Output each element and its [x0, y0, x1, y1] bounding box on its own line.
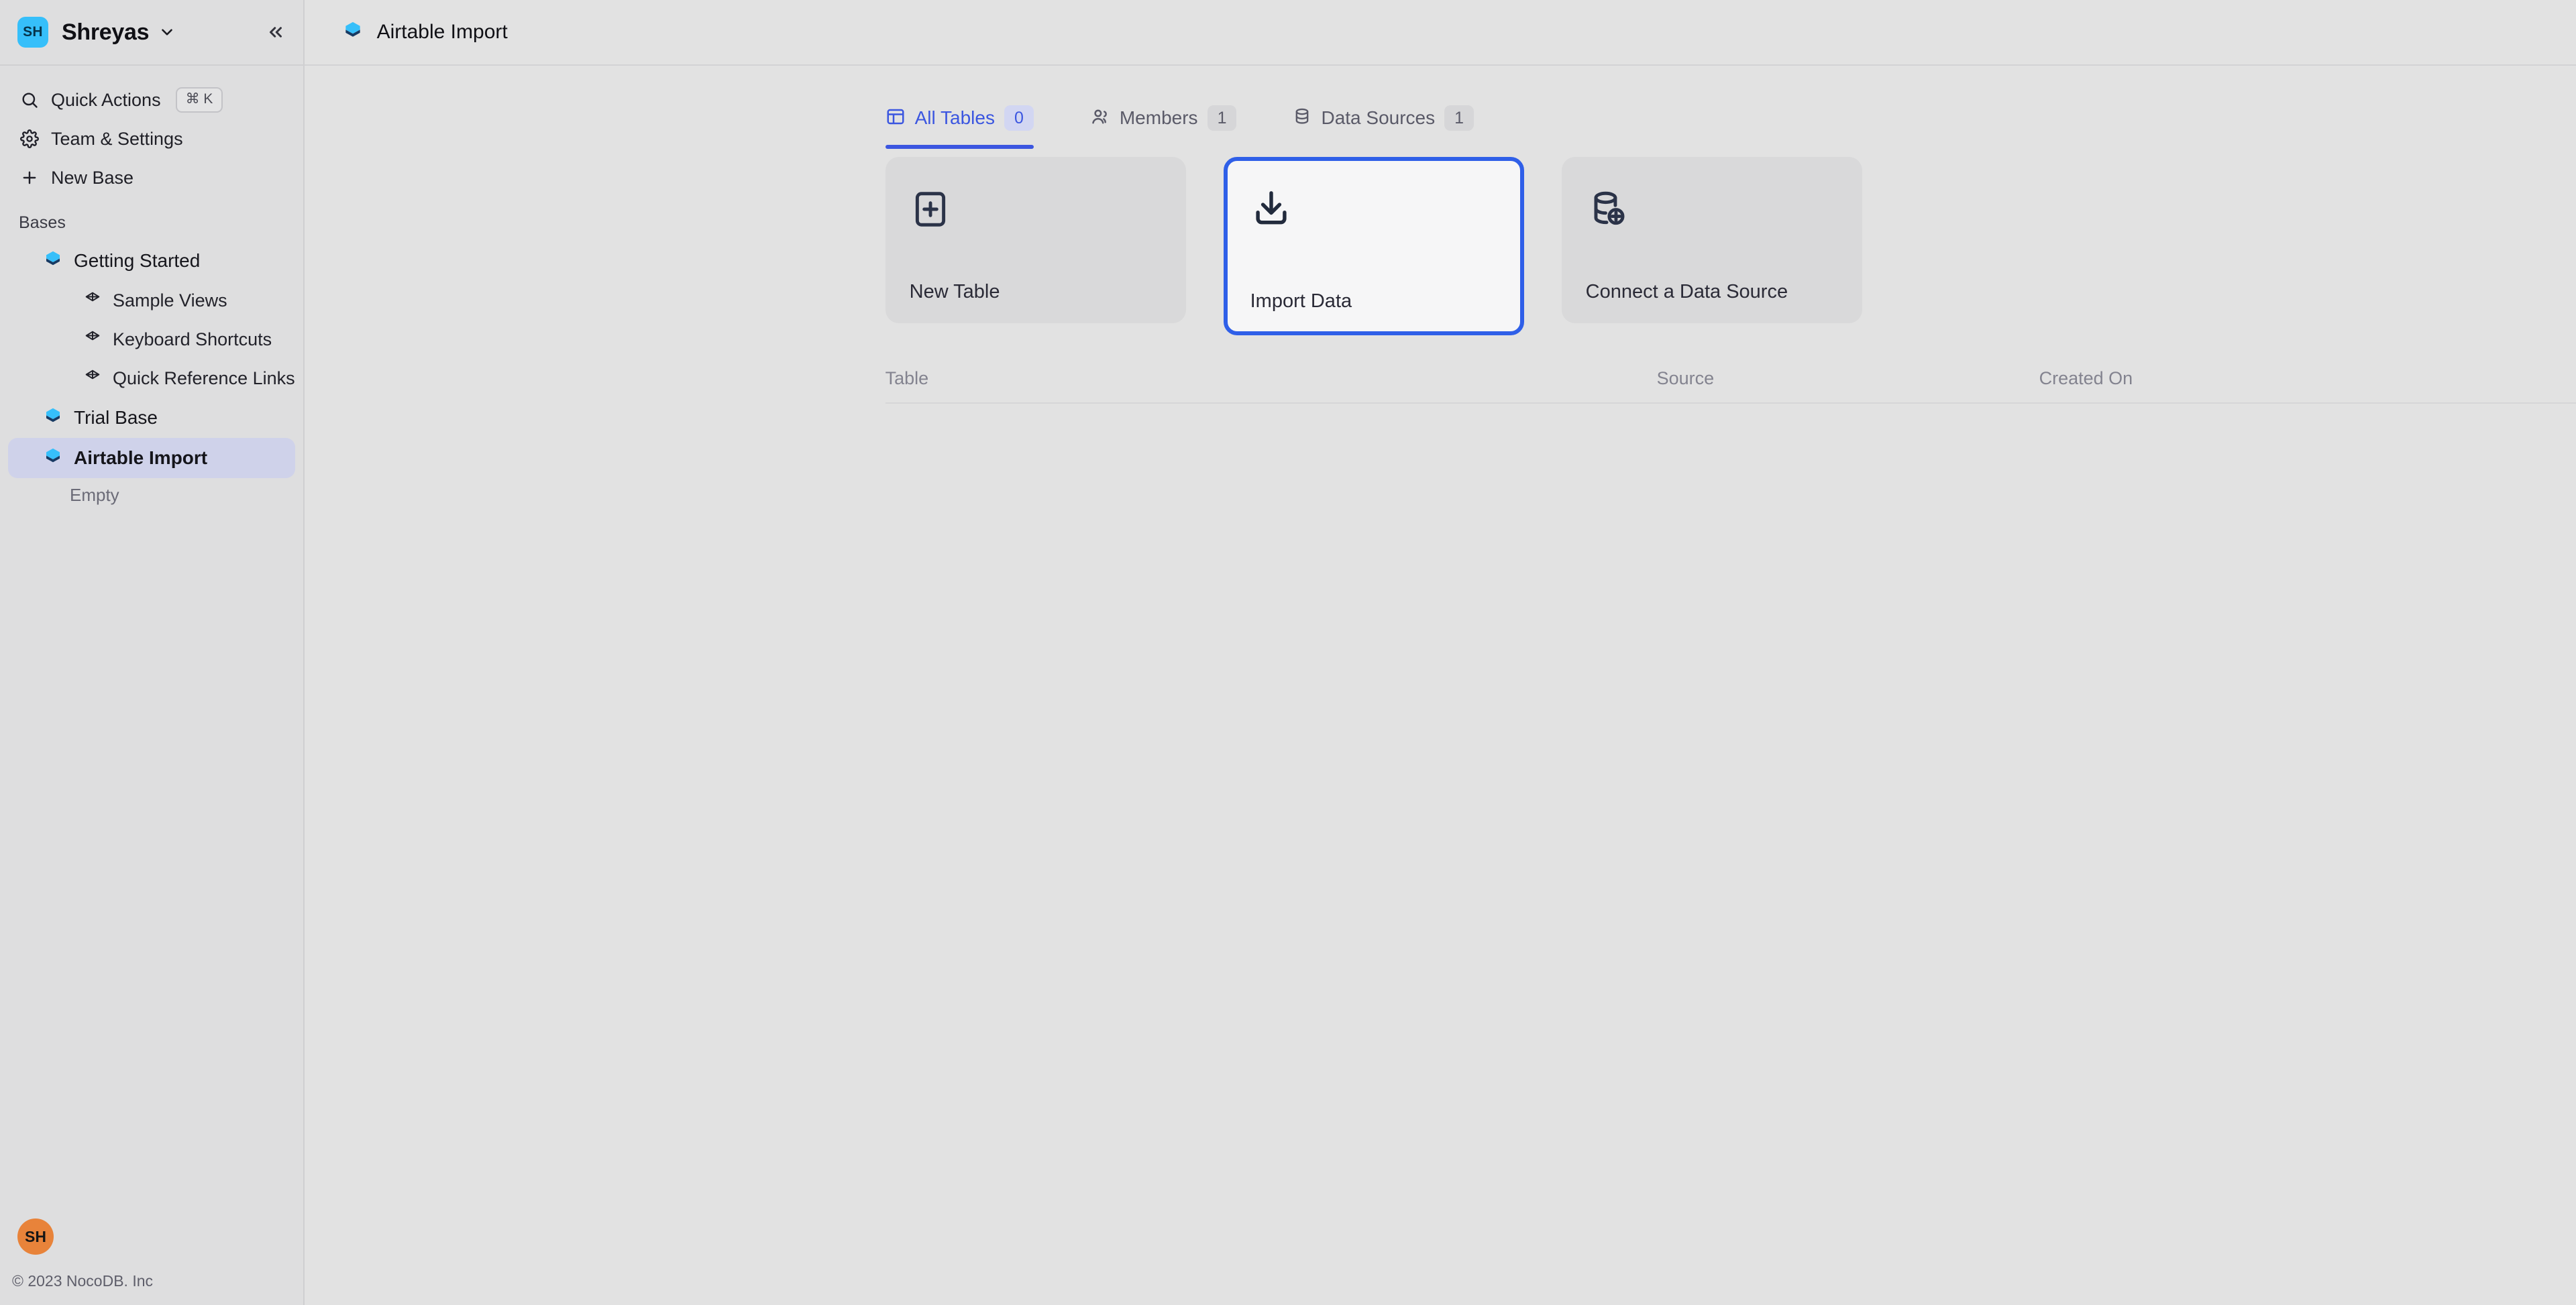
sidebar-view-sample-views[interactable]: Sample Views [8, 281, 295, 320]
tab-label: Members [1119, 107, 1198, 128]
sidebar-item-team-settings[interactable]: Team & Settings [11, 119, 292, 158]
tab-label: Data Sources [1321, 107, 1436, 128]
import-data-card[interactable]: Import Data [1223, 157, 1524, 335]
base-cube-icon [342, 20, 364, 45]
card-label: New Table [909, 281, 1000, 302]
sidebar-base-airtable-import[interactable]: Airtable Import [8, 438, 295, 478]
base-empty-label: Empty [70, 485, 119, 505]
tab-data-sources[interactable]: Data Sources 1 [1293, 91, 1491, 145]
gear-icon [20, 129, 43, 148]
tab-count-badge: 1 [1444, 105, 1474, 131]
base-label: Trial Base [74, 407, 158, 428]
workspace-avatar: SH [17, 17, 48, 48]
sidebar-view-quick-reference-links[interactable]: Quick Reference Links [8, 359, 295, 398]
view-grid-icon [83, 290, 102, 312]
workspace-header[interactable]: SH Shreyas [0, 0, 303, 66]
tab-members[interactable]: Members 1 [1090, 91, 1254, 145]
tab-bar: All Tables 0 Members 1 Data Sources 1 [305, 66, 2576, 149]
download-icon [1250, 182, 1520, 233]
view-label: Keyboard Shortcuts [113, 329, 272, 349]
tab-count-badge: 1 [1207, 105, 1237, 131]
card-label: Import Data [1250, 290, 1352, 312]
base-cube-icon [43, 447, 63, 470]
main-content: Airtable Import Share All Tables 0 [304, 0, 2576, 1305]
sidebar-base-getting-started[interactable]: Getting Started [8, 241, 295, 281]
add-table-icon [910, 184, 1185, 235]
new-table-card[interactable]: New Table [885, 157, 1186, 323]
topbar: Airtable Import Share [304, 0, 2576, 66]
base-cube-icon [43, 406, 63, 430]
sidebar-item-new-base[interactable]: New Base [11, 158, 292, 197]
sidebar-view-keyboard-shortcuts[interactable]: Keyboard Shortcuts [8, 320, 295, 359]
users-icon [1090, 107, 1110, 130]
card-label: Connect a Data Source [1585, 281, 1788, 302]
bases-section-label: Bases [19, 213, 66, 232]
view-label: Sample Views [113, 290, 227, 310]
view-grid-icon [83, 367, 102, 390]
table-header-row: Table Source Created On [885, 354, 2576, 404]
base-label: Airtable Import [74, 447, 208, 468]
sidebar: SH Shreyas Quick Actions ⌘ K Team & Sett… [0, 0, 305, 1305]
plus-icon [20, 168, 43, 187]
new-base-label: New Base [51, 167, 134, 188]
quick-actions-shortcut: ⌘ K [175, 87, 223, 113]
tab-all-tables[interactable]: All Tables 0 [885, 91, 1051, 149]
column-header-table: Table [885, 367, 929, 388]
view-label: Quick Reference Links [113, 367, 295, 388]
sidebar-footer: SH © 2023 NocoDB. Inc [0, 1218, 303, 1305]
sidebar-nav: Quick Actions ⌘ K Team & Settings New Ba… [0, 66, 303, 506]
table-layout-icon [885, 107, 906, 130]
workspace-name: Shreyas [62, 19, 150, 45]
copyright-text: © 2023 NocoDB. Inc [12, 1272, 153, 1290]
sidebar-item-quick-actions[interactable]: Quick Actions ⌘ K [11, 80, 292, 119]
tab-label: All Tables [914, 107, 995, 128]
database-plus-icon [1586, 184, 1861, 235]
team-settings-label: Team & Settings [51, 128, 183, 149]
view-grid-icon [83, 329, 102, 351]
quick-actions-label: Quick Actions [51, 89, 161, 110]
database-icon [1293, 107, 1311, 129]
tab-count-badge: 0 [1004, 105, 1034, 131]
search-icon [20, 91, 43, 109]
tables-list: Table Source Created On [885, 354, 2576, 404]
avatar[interactable]: SH [17, 1218, 54, 1255]
column-header-source: Source [1656, 367, 1715, 388]
connect-data-source-card[interactable]: Connect a Data Source [1561, 157, 1862, 323]
base-label: Getting Started [74, 250, 201, 271]
sidebar-base-trial-base[interactable]: Trial Base [8, 398, 295, 438]
page-title: Airtable Import [376, 21, 508, 43]
chevrons-left-icon[interactable] [266, 22, 286, 42]
column-header-created-on: Created On [2039, 367, 2133, 388]
app-root: SH Shreyas Quick Actions ⌘ K Team & Sett… [0, 0, 2576, 1305]
chevron-down-icon[interactable] [158, 23, 176, 41]
action-cards: New Table Import Data Connect a Data Sou… [305, 145, 2576, 335]
base-cube-icon [43, 249, 63, 273]
